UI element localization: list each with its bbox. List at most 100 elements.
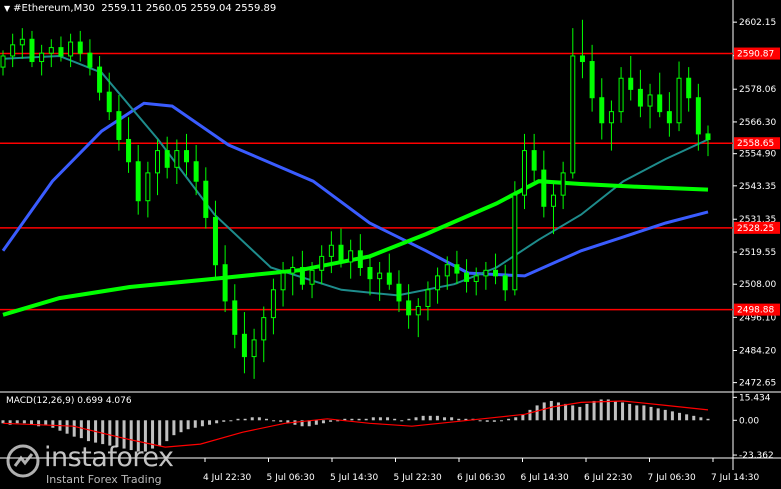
macd-bar (321, 420, 325, 424)
candle-body (135, 161, 141, 202)
macd-bar (215, 420, 219, 424)
price-tick-label: 2472.65 (739, 379, 776, 389)
macd-bar (435, 415, 439, 421)
price-chart: 15.4340.00-23.362 2602.152590.102578.062… (0, 0, 781, 489)
macd-tick-label: 15.434 (739, 393, 771, 403)
macd-bar (229, 420, 233, 422)
macd-bar (208, 420, 212, 425)
macd-bar (250, 417, 254, 421)
candle-body (705, 133, 711, 140)
candle-body (203, 180, 209, 218)
macd-bar (364, 418, 368, 421)
macd-bar (243, 418, 247, 421)
time-tick-label: 5 Jul 14:30 (330, 473, 379, 483)
candle-body (637, 88, 643, 107)
candle-body (299, 267, 305, 285)
candle-body (377, 272, 383, 280)
macd-bar (535, 405, 539, 421)
candle-body (87, 52, 93, 68)
candle-body (126, 138, 132, 163)
macd-indicator-label: MACD(12,26,9) 0.699 4.076 (6, 396, 132, 406)
macd-bar (86, 420, 90, 442)
macd-bar (592, 400, 596, 421)
macd-bar (621, 402, 625, 421)
candle-body (464, 272, 470, 282)
macd-bar (656, 408, 660, 421)
candle-body (309, 269, 315, 285)
macd-bar (350, 418, 354, 421)
candle-body (280, 272, 286, 291)
candle-body (666, 111, 672, 124)
collapse-triangle-icon[interactable]: ▼ (4, 4, 10, 13)
macd-bar (478, 420, 482, 422)
level-tag-label: 2590.87 (737, 50, 774, 60)
candle-body (290, 267, 296, 274)
ohlc-values: 2559.11 2560.05 2559.04 2559.89 (101, 3, 277, 14)
price-tick-label: 2578.06 (739, 85, 776, 95)
macd-bar (314, 420, 318, 425)
candle-body (570, 55, 576, 174)
time-tick-label: 5 Jul 06:30 (267, 473, 316, 483)
macd-bar (613, 400, 617, 421)
candle-body (435, 275, 441, 291)
price-tick-label: 2566.30 (739, 118, 776, 128)
candle-body (48, 47, 54, 54)
time-tick-label: 4 Jul 22:30 (203, 473, 252, 483)
macd-bar (371, 417, 375, 421)
macd-bar (165, 420, 169, 442)
macd-bar (564, 403, 568, 421)
macd-bar (407, 418, 411, 421)
macd-bar (635, 405, 639, 421)
macd-bar (450, 417, 454, 421)
candle-body (531, 150, 537, 171)
macd-bar (599, 399, 603, 421)
candle-body (116, 111, 122, 140)
time-tick-label: 5 Jul 22:30 (394, 473, 443, 483)
candle-body (599, 97, 605, 124)
candle-body (473, 275, 479, 282)
candle-body (68, 41, 74, 57)
candle-body (628, 77, 634, 90)
candle-body (657, 94, 663, 113)
level-tag-label: 2498.88 (737, 306, 774, 316)
macd-bar (692, 415, 696, 421)
macd-bar (193, 420, 197, 428)
macd-bar (685, 414, 689, 421)
candle-body (348, 250, 354, 263)
macd-bar (514, 417, 518, 421)
candle-body (193, 161, 199, 182)
macd-bar (172, 420, 176, 436)
candle-body (608, 111, 614, 124)
time-tick-label: 7 Jul 06:30 (648, 473, 697, 483)
macd-tick-label: -23.362 (739, 451, 774, 461)
macd-bar (485, 420, 489, 422)
macd-bar (72, 420, 76, 437)
candle-body (77, 41, 83, 54)
candle-body (695, 97, 701, 135)
price-tick-label: 2543.35 (739, 182, 776, 192)
candle-body (319, 255, 325, 271)
candle-body (425, 289, 431, 307)
candle-body (261, 317, 267, 341)
macd-bar (706, 418, 710, 421)
candle-body (106, 91, 112, 113)
candle-body (174, 150, 180, 168)
macd-bar (22, 420, 26, 424)
macd-bar (428, 415, 432, 421)
macd-bar (507, 418, 511, 421)
candle-body (454, 264, 460, 274)
candle-body (483, 269, 489, 277)
candle-body (10, 44, 16, 57)
candle-body (0, 55, 6, 68)
macd-bar (421, 415, 425, 421)
candle-body (212, 216, 218, 266)
instaforex-logo-icon (6, 444, 40, 478)
macd-bar (393, 418, 397, 421)
macd-bar (649, 406, 653, 421)
watermark-tagline: Instant Forex Trading (46, 473, 162, 486)
macd-bar (236, 418, 240, 421)
macd-bar (521, 414, 525, 421)
candle-body (589, 61, 595, 99)
macd-bar (400, 420, 404, 422)
macd-bar (179, 420, 183, 433)
